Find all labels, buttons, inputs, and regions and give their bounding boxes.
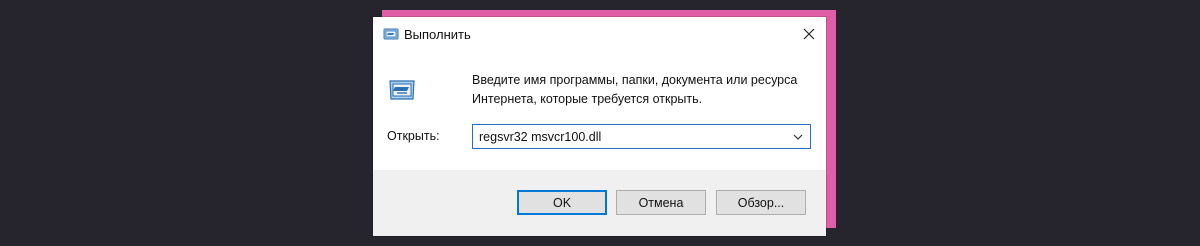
ok-button[interactable]: OK [517,190,607,215]
run-icon [383,27,399,40]
close-button[interactable] [798,23,820,45]
open-input[interactable] [473,125,783,148]
close-icon [803,28,815,40]
title-bar: Выполнить [373,17,826,49]
dropdown-button[interactable] [790,129,806,145]
browse-button[interactable]: Обзор... [716,190,806,215]
cancel-button[interactable]: Отмена [616,190,706,215]
run-dialog: Выполнить Введите имя программы, папки, … [373,17,826,236]
button-bar: OK Отмена Обзор... [373,170,826,236]
run-icon [387,78,417,102]
open-combobox[interactable] [472,124,811,149]
window-title: Выполнить [404,27,471,42]
chevron-down-icon [793,134,803,140]
open-label: Открыть: [387,129,440,143]
run-description: Введите имя программы, папки, документа … [472,73,798,106]
